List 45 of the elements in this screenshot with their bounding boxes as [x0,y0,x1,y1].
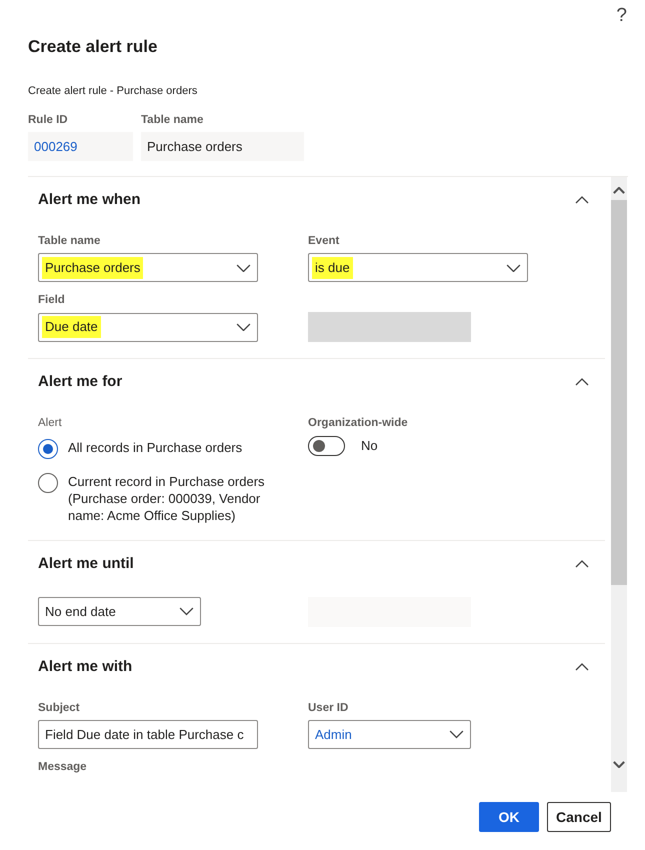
chevron-down-icon [236,322,251,332]
dialog-title: Create alert rule [28,37,158,58]
field-label: Field [38,293,66,308]
chevron-down-icon [179,607,194,616]
dropdown[interactable]: No end date [38,596,201,626]
collapse-chevron-icon[interactable] [575,196,589,204]
field-label: Organization-wide [308,416,409,431]
chevron-down-icon [449,730,464,739]
section-title: Alert me when [38,191,141,210]
field-label: Rule ID [28,112,69,128]
text-field[interactable]: Field Due date in table Purchase c [38,720,258,750]
help-icon[interactable]: ? [616,6,627,25]
dropdown[interactable]: is due [308,253,528,282]
field-label: Table name [38,234,102,250]
field-label: User ID [308,700,350,716]
field-label: Event [308,234,340,250]
radio-button[interactable] [38,472,58,493]
toggle-value: No [361,437,378,456]
dropdown[interactable]: Admin [308,720,471,750]
read-only-field: Purchase orders [141,132,304,162]
ok-button[interactable]: OK [479,802,539,832]
dropdown[interactable]: Due date [38,312,258,342]
toggle-switch[interactable] [308,436,345,456]
dialog-subtitle: Create alert rule - Purchase orders [28,84,198,100]
chevron-down-icon [506,264,521,272]
scroll-down-icon [613,761,625,768]
cancel-button[interactable]: Cancel [547,802,611,832]
scroll-up-icon [613,187,625,194]
radio-label: Current record in Purchase orders (Purchase order: 000039, Vendor name: Acme Office Supplies) [68,472,266,524]
section-title: Alert me until [38,554,134,573]
collapse-chevron-icon[interactable] [575,662,589,671]
read-only-field: 000269 [28,132,133,162]
field-label: Message [38,760,88,776]
radio-button[interactable] [38,438,58,459]
dropdown[interactable]: Purchase orders [38,253,258,282]
radio-label: All records in Purchase orders [68,438,244,456]
section-title: Alert me with [38,658,132,676]
section-title: Alert me for [38,372,122,391]
field-label: Subject [38,700,81,716]
field-label: Alert [38,416,63,431]
collapse-chevron-icon[interactable] [575,560,589,568]
scrollbar[interactable] [611,177,627,792]
chevron-down-icon [236,264,251,272]
field-label: Table name [141,112,204,128]
collapse-chevron-icon[interactable] [575,378,589,386]
